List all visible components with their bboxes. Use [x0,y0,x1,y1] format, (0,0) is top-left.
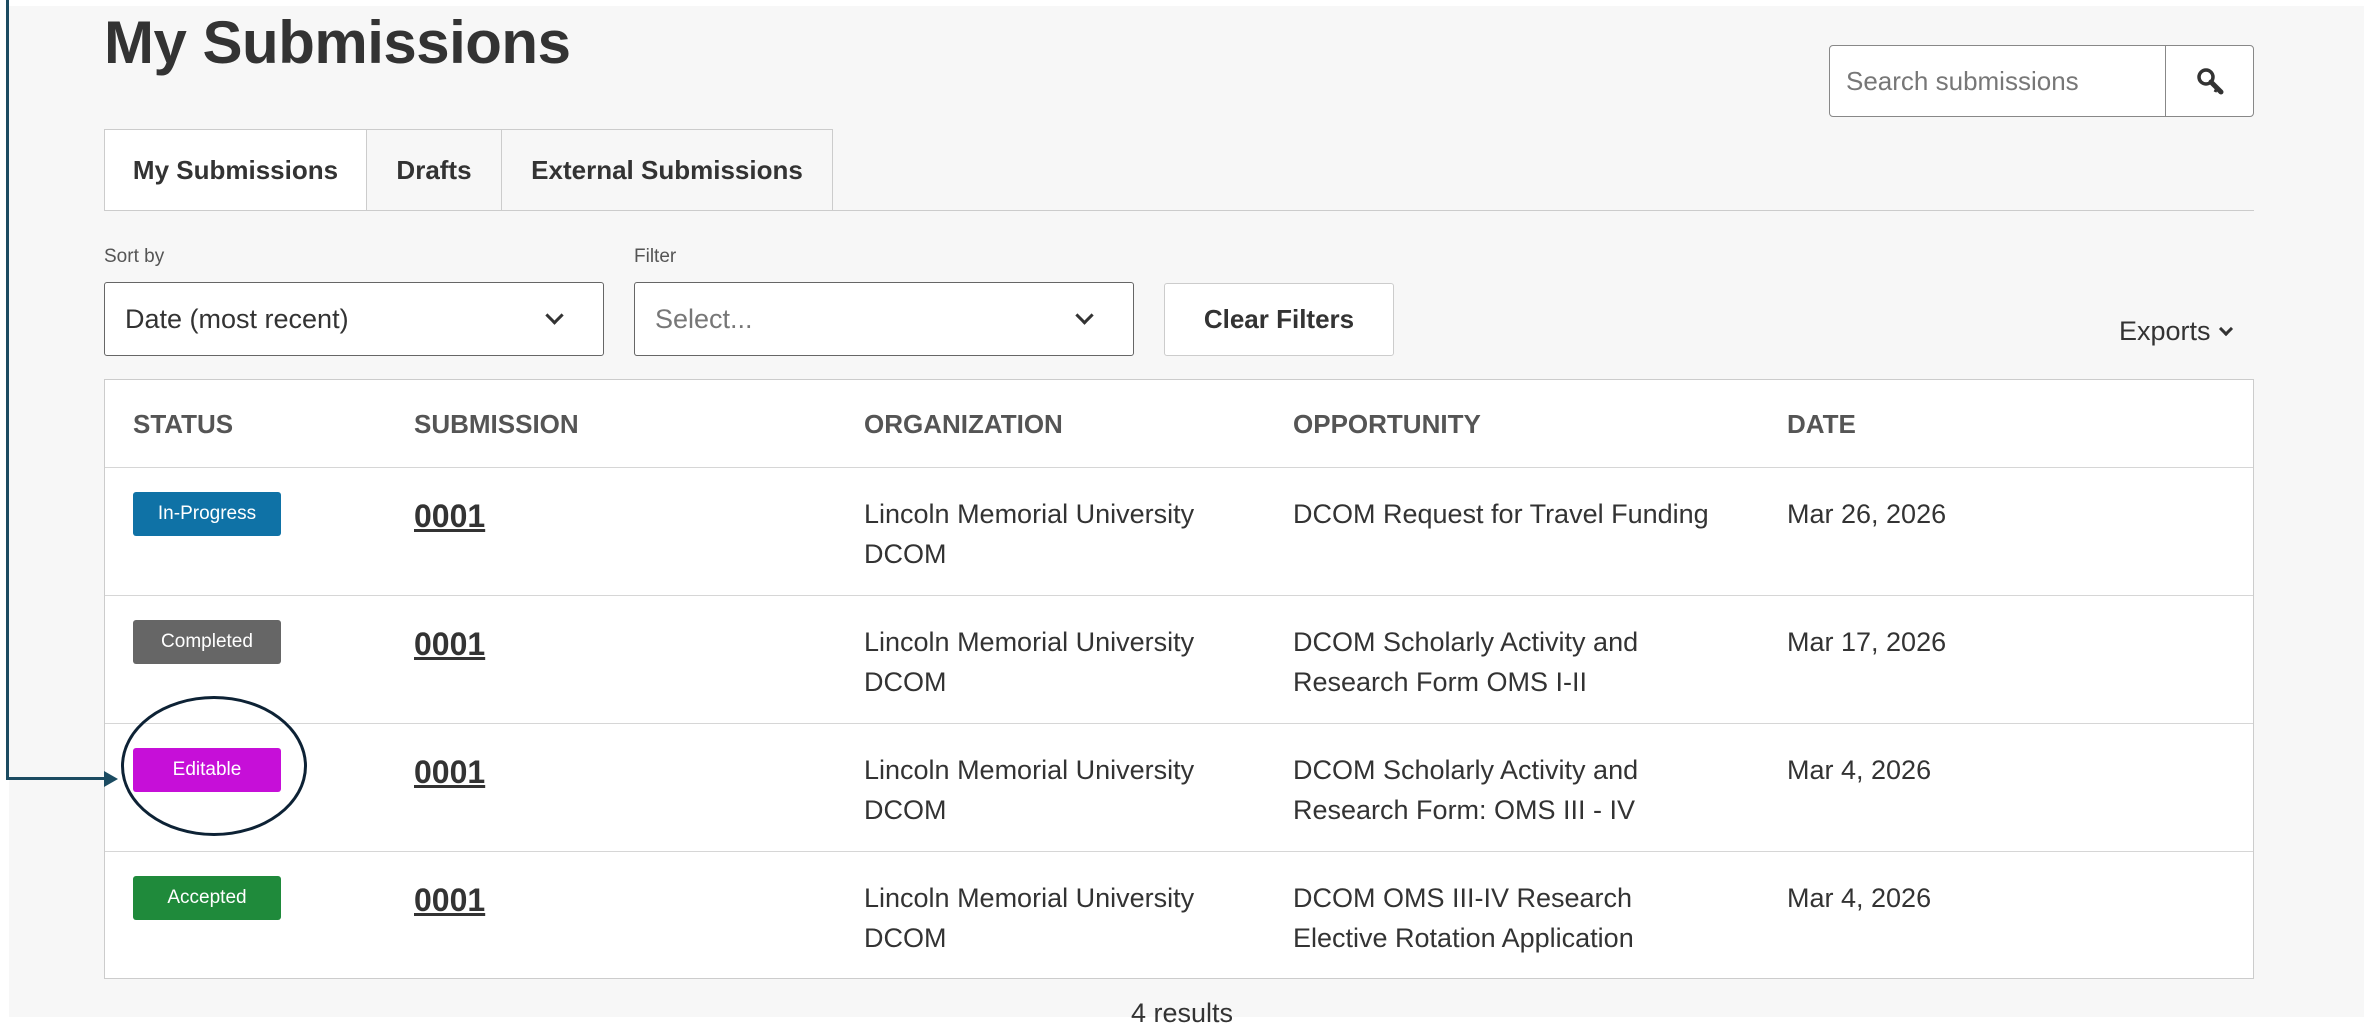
annotation-highlight-circle [121,696,307,836]
organization-cell: Lincoln Memorial University DCOM [864,494,1264,574]
tab-drafts[interactable]: Drafts [367,129,502,211]
table-row: Editable 0001 Lincoln Memorial Universit… [105,724,2253,852]
search-input[interactable] [1830,46,2165,116]
tab-my-submissions[interactable]: My Submissions [104,129,367,211]
submission-link[interactable]: 0001 [414,754,485,791]
search-box [1829,45,2254,117]
chevron-down-icon [545,305,564,325]
opportunity-line2: Research Form OMS I-II [1293,667,1588,697]
tab-divider [104,210,2254,211]
clear-filters-button[interactable]: Clear Filters [1164,283,1394,356]
filter-placeholder: Select... [655,303,753,334]
opportunity-line2: Elective Rotation Application [1293,923,1634,953]
submission-link[interactable]: 0001 [414,882,485,919]
annotation-arrow-head [104,771,118,787]
opportunity-line1: DCOM Request for Travel Funding [1293,499,1709,529]
sort-label: Sort by [104,246,165,267]
submission-link[interactable]: 0001 [414,498,485,535]
tab-external-submissions[interactable]: External Submissions [502,129,833,211]
status-badge: Accepted [133,876,281,920]
organization-name: Lincoln Memorial University [864,755,1195,785]
organization-unit: DCOM [864,923,947,953]
page-title: My Submissions [104,9,571,76]
column-header-opportunity: OPPORTUNITY [1293,409,1481,439]
filter-label: Filter [634,246,677,267]
column-header-date: DATE [1787,409,1856,439]
status-badge: In-Progress [133,492,281,536]
search-button[interactable] [2165,46,2253,116]
date-cell: Mar 17, 2026 [1787,627,1947,657]
organization-name: Lincoln Memorial University [864,883,1195,913]
organization-cell: Lincoln Memorial University DCOM [864,750,1264,830]
column-header-status: STATUS [133,409,234,439]
search-icon [2196,68,2223,95]
exports-label: Exports [2119,316,2211,346]
exports-dropdown[interactable]: Exports [2119,316,2233,347]
date-cell: Mar 26, 2026 [1787,499,1947,529]
submissions-table: STATUS SUBMISSION ORGANIZATION OPPORTUNI… [104,379,2254,979]
chevron-down-icon [1075,305,1094,325]
organization-unit: DCOM [864,667,947,697]
chevron-down-icon [2218,321,2233,336]
submission-link[interactable]: 0001 [414,626,485,663]
sort-select[interactable]: Date (most recent) [104,282,604,356]
opportunity-line1: DCOM Scholarly Activity and [1293,755,1639,785]
opportunity-line2: Research Form: OMS III - IV [1293,795,1636,825]
sort-value: Date (most recent) [125,303,349,334]
table-row: Completed 0001 Lincoln Memorial Universi… [105,596,2253,724]
opportunity-line1: DCOM OMS III-IV Research [1293,883,1633,913]
opportunity-cell: DCOM OMS III-IV Research Elective Rotatio… [1293,878,1763,958]
table-row: In-Progress 0001 Lincoln Memorial Univer… [105,468,2253,596]
organization-cell: Lincoln Memorial University DCOM [864,878,1264,958]
date-cell: Mar 4, 2026 [1787,883,1932,913]
opportunity-cell: DCOM Request for Travel Funding [1293,494,1763,534]
organization-cell: Lincoln Memorial University DCOM [864,622,1264,702]
result-count: 4 results [1130,998,1234,1028]
opportunity-cell: DCOM Scholarly Activity and Research Form… [1293,622,1763,702]
annotation-arrow-line [6,777,106,780]
date-cell: Mar 4, 2026 [1787,755,1932,785]
column-header-submission: SUBMISSION [414,409,579,439]
table-row: Accepted 0001 Lincoln Memorial Universit… [105,852,2253,980]
status-badge: Completed [133,620,281,664]
organization-name: Lincoln Memorial University [864,627,1195,657]
table-header-row: STATUS SUBMISSION ORGANIZATION OPPORTUNI… [105,380,2253,468]
filter-select[interactable]: Select... [634,282,1134,356]
column-header-organization: ORGANIZATION [864,409,1063,439]
opportunity-cell: DCOM Scholarly Activity and Research Form… [1293,750,1763,830]
organization-unit: DCOM [864,795,947,825]
annotation-arrow-line [6,0,9,780]
organization-name: Lincoln Memorial University [864,499,1195,529]
submission-tabs: My Submissions Drafts External Submissio… [104,129,833,211]
opportunity-line1: DCOM Scholarly Activity and [1293,627,1639,657]
organization-unit: DCOM [864,539,947,569]
